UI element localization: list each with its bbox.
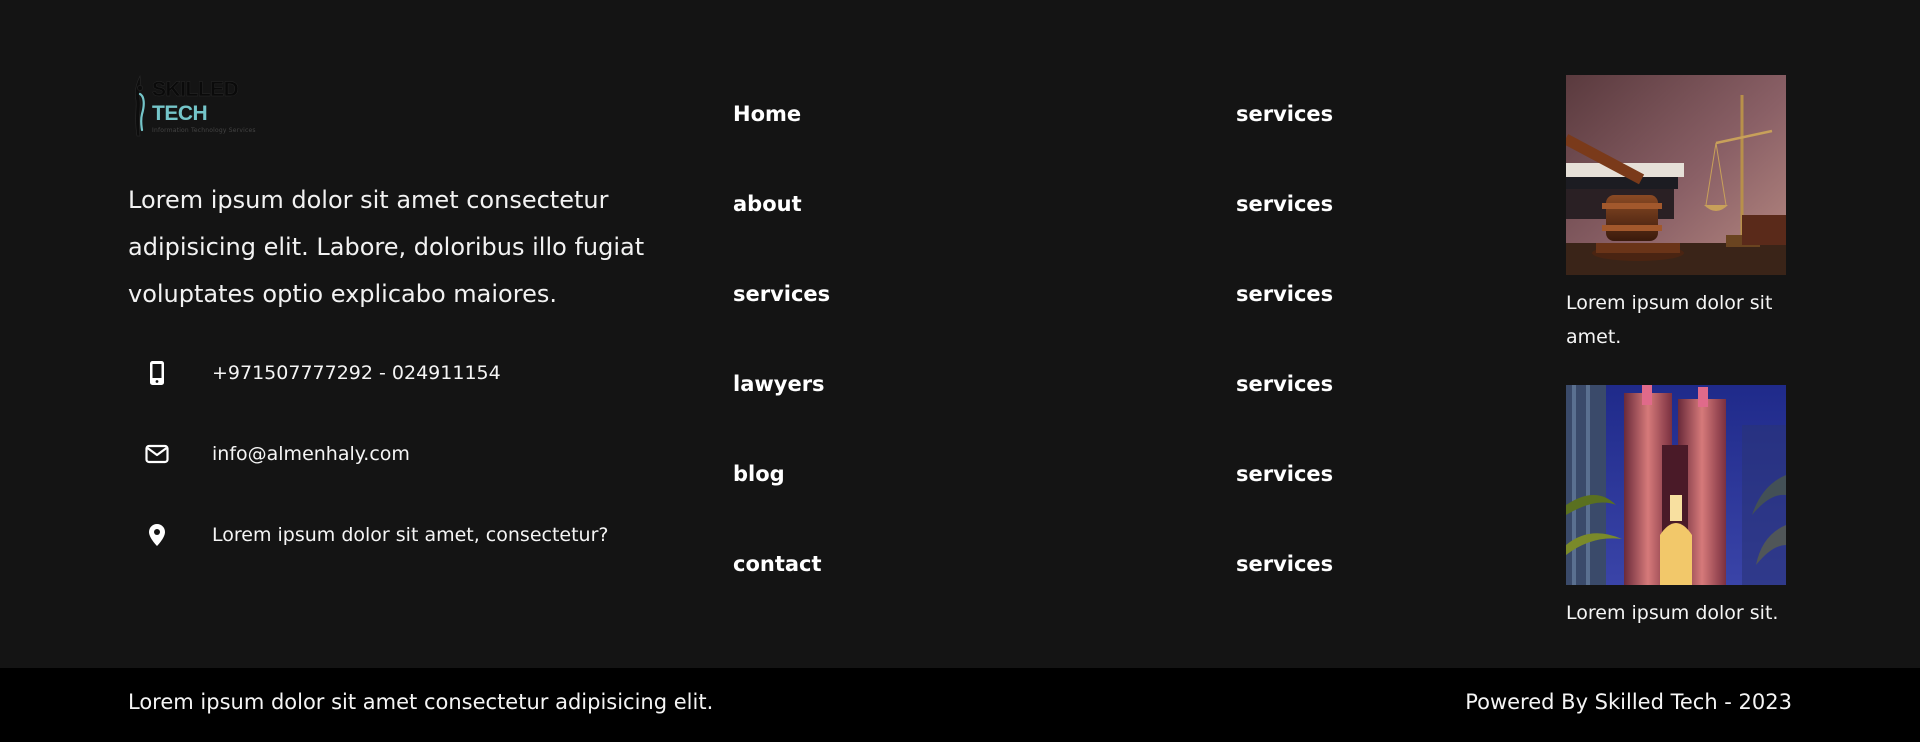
envelope-icon [128,444,186,464]
powered-by-text: Powered By Skilled Tech - 2023 [1465,690,1792,714]
post-image-gavel[interactable] [1566,75,1786,275]
service-link[interactable]: services [1236,101,1333,127]
nav-link-blog[interactable]: blog [733,461,785,487]
mobile-phone-icon [128,360,186,386]
site-footer: SKILLED TECH Information Technology Serv… [0,0,1920,668]
post-image-towers[interactable] [1566,385,1786,585]
copyright-bar: Lorem ipsum dolor sit amet consectetur a… [0,668,1920,742]
nav-link-contact[interactable]: contact [733,551,822,577]
nav-link-home[interactable]: Home [733,101,801,127]
logo-figure-icon [128,74,150,138]
logo-wordmark: SKILLED TECH [152,78,239,125]
contact-address: Lorem ipsum dolor sit amet, consectetur? [212,524,609,546]
service-link[interactable]: services [1236,371,1333,397]
service-link[interactable]: services [1236,191,1333,217]
post-caption[interactable]: Lorem ipsum dolor sit amet. [1566,286,1796,354]
nav-link-lawyers[interactable]: lawyers [733,371,825,397]
map-pin-icon [128,523,186,547]
contact-address-row: Lorem ipsum dolor sit amet, consectetur? [128,515,609,555]
contact-email-row: info@almenhaly.com [128,434,410,474]
post-caption[interactable]: Lorem ipsum dolor sit. [1566,596,1796,630]
nav-link-services[interactable]: services [733,281,830,307]
bottom-bar-text: Lorem ipsum dolor sit amet consectetur a… [128,690,714,714]
logo-tagline: Information Technology Services [152,127,256,134]
contact-phone-row: +971507777292 - 024911154 [128,353,501,393]
service-link[interactable]: services [1236,281,1333,307]
service-link[interactable]: services [1236,461,1333,487]
service-link[interactable]: services [1236,551,1333,577]
nav-link-about[interactable]: about [733,191,802,217]
contact-phone[interactable]: +971507777292 - 024911154 [212,362,501,384]
contact-email[interactable]: info@almenhaly.com [212,443,410,465]
footer-logo[interactable]: SKILLED TECH Information Technology Serv… [128,72,284,140]
footer-about-text: Lorem ipsum dolor sit amet consectetur a… [128,186,645,308]
